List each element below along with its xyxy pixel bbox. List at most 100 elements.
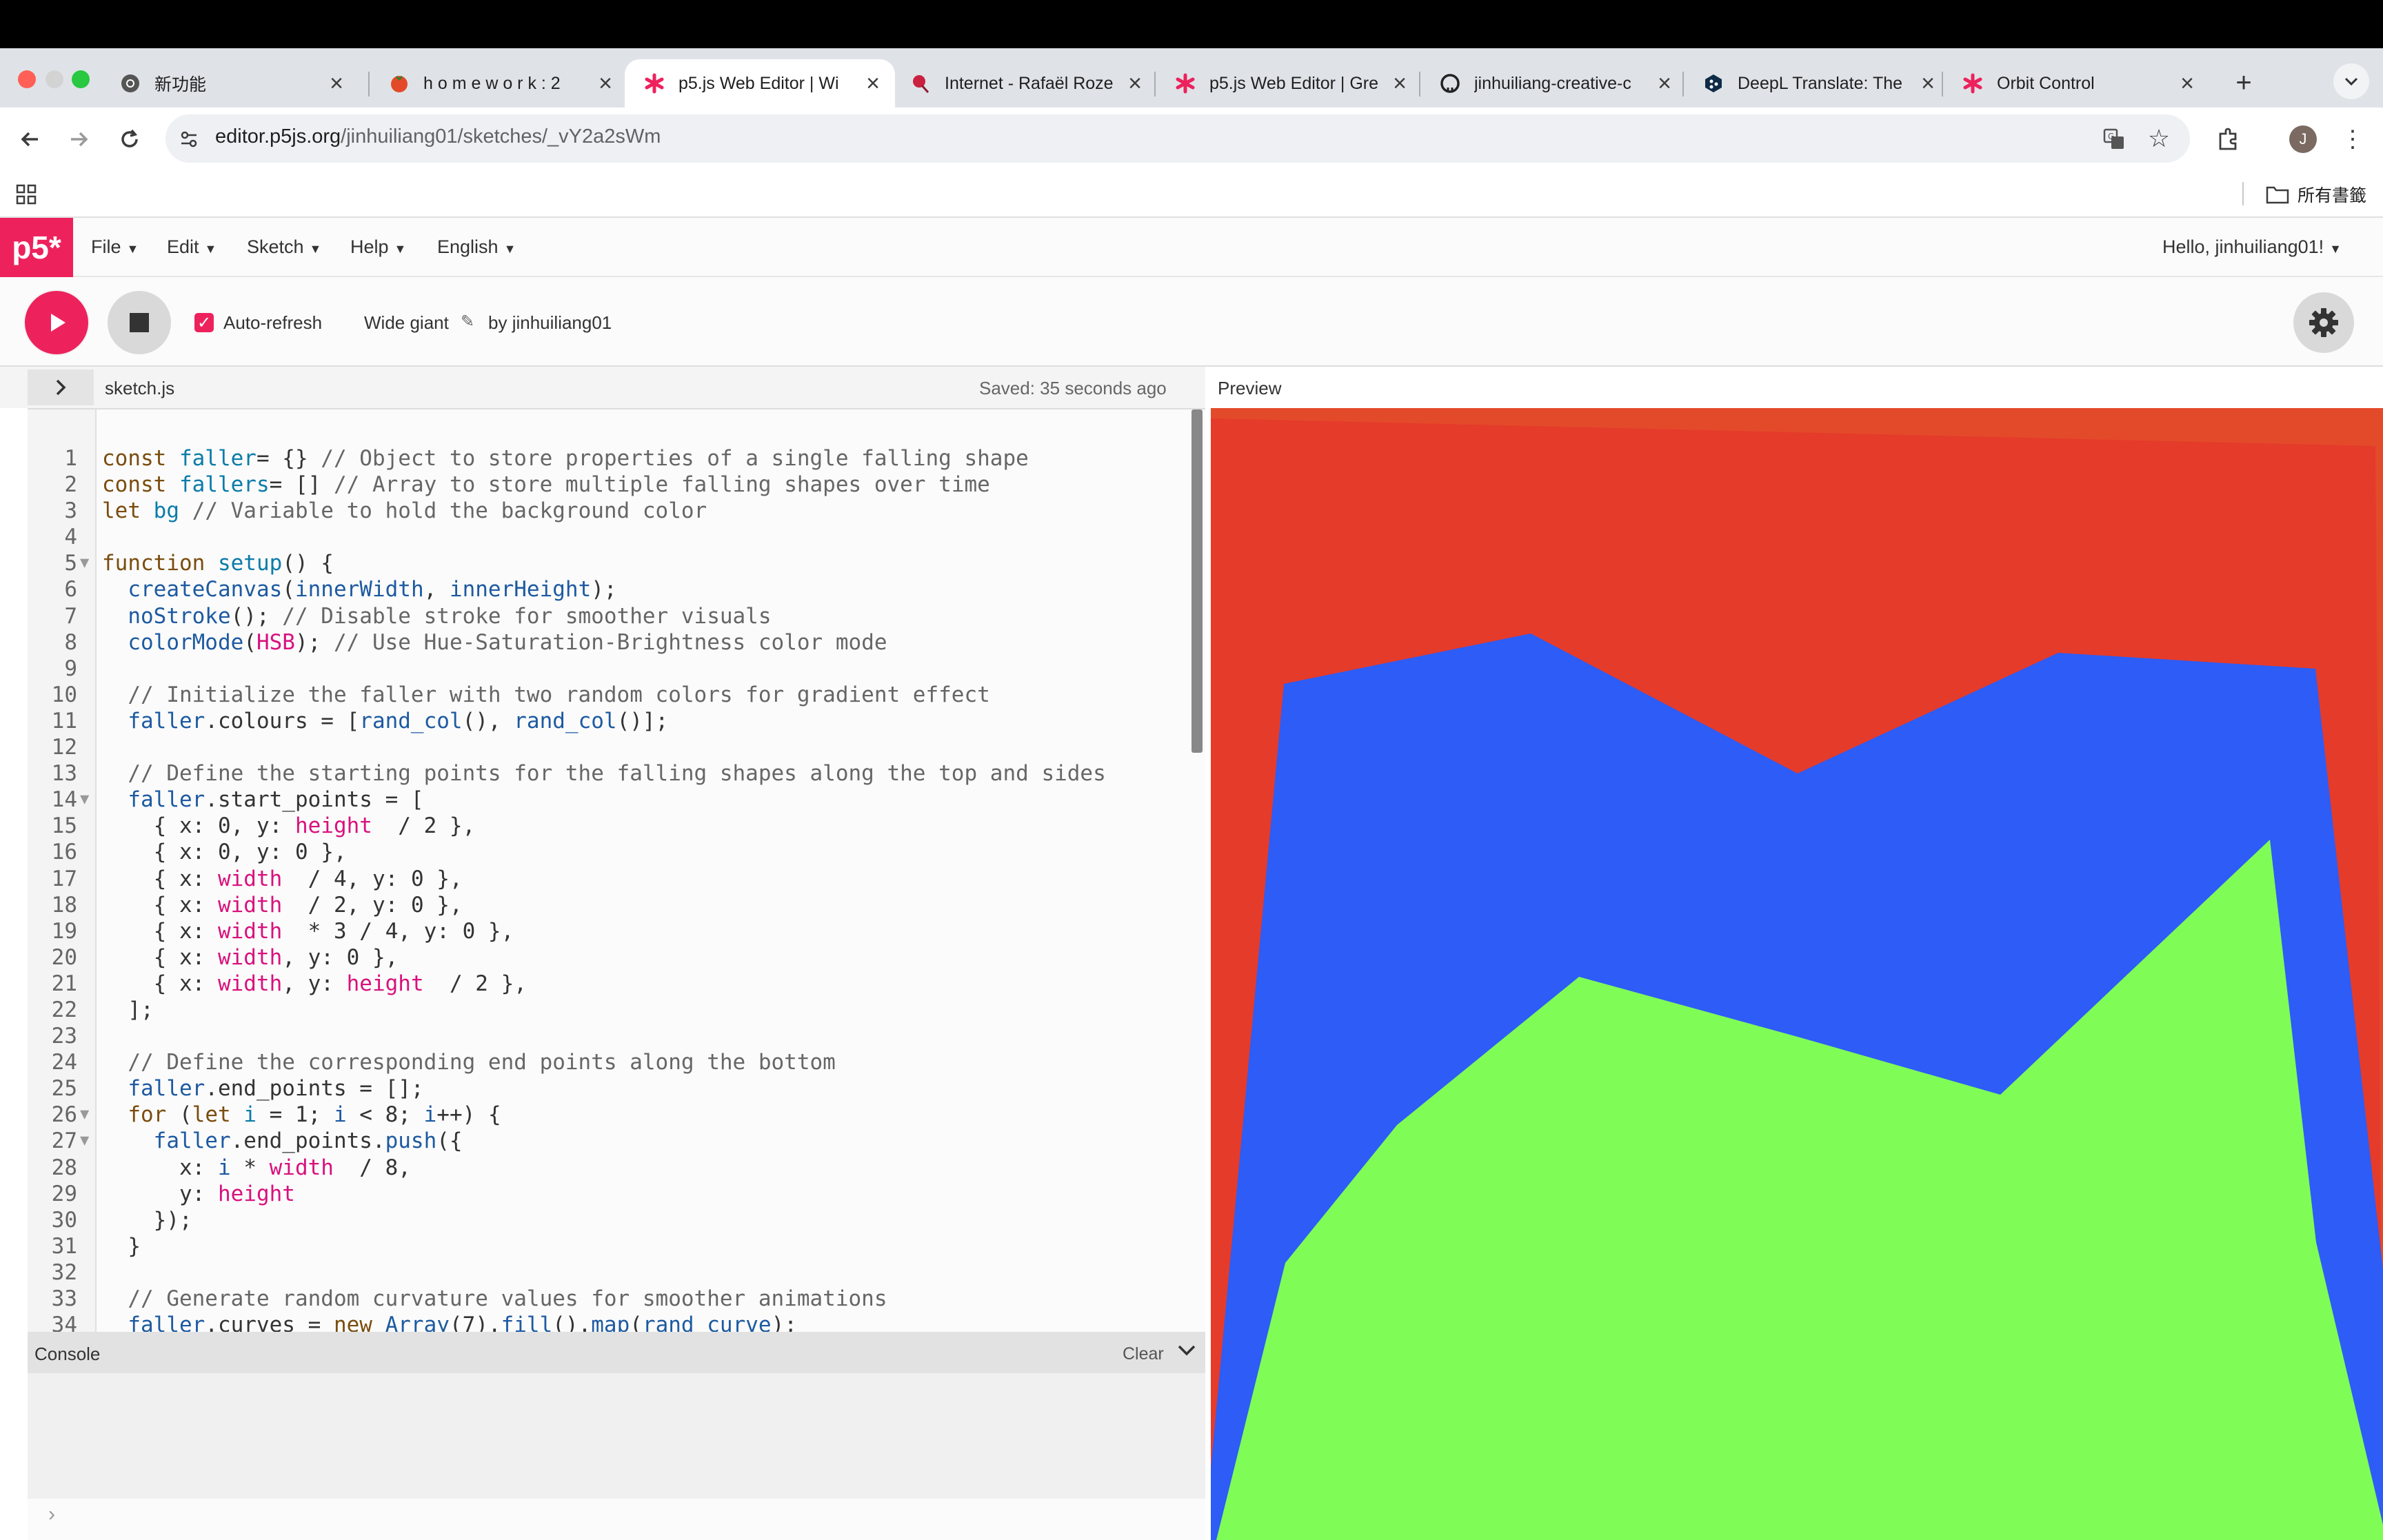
user-greeting: Hello, jinhuiliang01!: [2162, 236, 2324, 257]
code-token: { x:: [102, 971, 218, 996]
code-token: // Object to store properties of a singl…: [321, 446, 1029, 471]
code-token: fill: [501, 1313, 553, 1332]
play-button[interactable]: [25, 291, 88, 354]
code-line: 10 // Initialize the faller with two ran…: [28, 682, 1205, 708]
line-number: 9: [64, 656, 77, 681]
site-info-icon[interactable]: [177, 127, 201, 152]
expand-sidebar-button[interactable]: [28, 369, 94, 405]
line-number: 3: [64, 498, 77, 524]
code-token: .curves =: [205, 1313, 334, 1332]
back-button[interactable]: [14, 123, 47, 156]
code-token: i: [243, 1102, 270, 1128]
code-token: noStroke: [128, 603, 231, 629]
fold-marker-icon[interactable]: ▼: [80, 1102, 89, 1128]
p5-logo[interactable]: p5*: [0, 218, 73, 277]
browser-tab[interactable]: 新功能 ×: [101, 59, 359, 108]
all-bookmarks-button[interactable]: 所有書籤: [2266, 182, 2366, 207]
author-link[interactable]: jinhuiliang01: [512, 312, 612, 333]
close-tab-icon[interactable]: ×: [330, 70, 343, 97]
code-token: / 8,: [333, 1155, 411, 1180]
code-text: { x: width, y: 0 },: [102, 944, 399, 971]
fold-marker-icon[interactable]: ▼: [80, 787, 89, 813]
tab-separator: [1682, 72, 1684, 97]
window-maximize-button[interactable]: [72, 70, 90, 88]
saved-status: Saved: 35 seconds ago: [979, 378, 1167, 398]
translate-icon[interactable]: G: [2100, 125, 2128, 153]
editor-scrollbar[interactable]: [1192, 409, 1203, 753]
menu-sketch[interactable]: Sketch ▼: [247, 236, 321, 258]
menu-help[interactable]: Help ▼: [350, 236, 406, 258]
close-tab-icon[interactable]: ×: [1921, 70, 1935, 97]
extensions-icon[interactable]: [2213, 124, 2244, 154]
code-line: 17 { x: width / 4, y: 0 },: [28, 866, 1205, 892]
code-text: faller.end_points = [];: [102, 1075, 423, 1102]
code-token: width: [217, 971, 283, 996]
code-token: / 2 },: [372, 813, 476, 839]
code-text: faller.colours = [rand_col(), rand_col()…: [102, 708, 668, 734]
sketch-name[interactable]: Wide giant: [364, 312, 449, 334]
auto-refresh-label[interactable]: Auto-refresh: [223, 312, 322, 334]
menu-file[interactable]: File ▼: [91, 236, 139, 258]
close-tab-icon[interactable]: ×: [2180, 70, 2194, 97]
url-text[interactable]: editor.p5js.org/jinhuiliang01/sketches/_…: [215, 125, 661, 148]
by-label: by: [488, 312, 507, 333]
browser-tab[interactable]: p5.js Web Editor | Wi ×: [625, 59, 895, 108]
code-editor[interactable]: 1 const faller= {} // Object to store pro…: [28, 408, 1205, 1332]
profile-avatar[interactable]: J: [2289, 125, 2317, 153]
tab-search-button[interactable]: [2333, 63, 2369, 99]
code-text: let bg // Variable to hold the backgroun…: [102, 498, 707, 524]
browser-tab[interactable]: Orbit Control ×: [1943, 59, 2209, 108]
user-menu[interactable]: Hello, jinhuiliang01! ▼: [2162, 236, 2342, 258]
line-number: 31: [51, 1233, 77, 1259]
pencil-icon[interactable]: ✎: [461, 312, 474, 332]
code-token: y:: [102, 1181, 218, 1206]
code-line: 31 }: [28, 1233, 1205, 1259]
code-token: i: [217, 1155, 244, 1180]
window-close-button[interactable]: [18, 70, 36, 88]
browser-tab[interactable]: p5.js Web Editor | Gre ×: [1156, 59, 1422, 108]
code-token: bg: [153, 498, 192, 524]
console-collapse-button[interactable]: [1176, 1340, 1197, 1366]
close-tab-icon[interactable]: ×: [1393, 70, 1407, 97]
browser-tab[interactable]: jinhuiliang-creative-c ×: [1420, 59, 1687, 108]
code-text: // Generate random curvature values for …: [102, 1286, 887, 1312]
browser-tab[interactable]: h o m e w o r k : 2 ×: [370, 59, 627, 108]
close-tab-icon[interactable]: ×: [1128, 70, 1142, 97]
code-token: height: [217, 1181, 295, 1206]
close-tab-icon[interactable]: ×: [599, 70, 612, 97]
reload-button[interactable]: [113, 123, 146, 156]
settings-button[interactable]: [2293, 292, 2354, 353]
code-token: { x:: [102, 918, 218, 944]
code-token: = 1;: [269, 1102, 334, 1128]
line-number: 12: [51, 735, 77, 760]
bookmark-star-icon[interactable]: ☆: [2144, 124, 2173, 153]
line-number: 34: [51, 1313, 77, 1332]
code-line: 16 { x: 0, y: 0 },: [28, 839, 1205, 865]
code-token: ({: [436, 1128, 463, 1154]
window-minimize-button[interactable]: [46, 70, 63, 88]
preview-canvas[interactable]: [1211, 408, 2383, 1540]
menu-language[interactable]: English ▼: [437, 236, 516, 258]
browser-menu-icon[interactable]: ⋮: [2340, 124, 2365, 154]
console-input[interactable]: [28, 1499, 1205, 1540]
menu-edit[interactable]: Edit ▼: [167, 236, 217, 258]
fold-marker-icon[interactable]: ▼: [80, 1128, 89, 1154]
forward-button[interactable]: [62, 123, 95, 156]
auto-refresh-checkbox[interactable]: ✓: [194, 313, 214, 332]
close-tab-icon[interactable]: ×: [866, 70, 880, 97]
browser-tab[interactable]: DeepL Translate: The ×: [1684, 59, 1950, 108]
browser-tab[interactable]: Internet - Rafaël Roze ×: [891, 59, 1157, 108]
code-token: const: [102, 446, 179, 471]
console-clear-button[interactable]: Clear: [1123, 1344, 1164, 1364]
code-token: / 4, y: 0 },: [282, 866, 463, 891]
code-token: innerHeight: [449, 577, 592, 602]
apps-grid-icon[interactable]: [15, 183, 39, 207]
fold-marker-icon[interactable]: ▼: [80, 550, 89, 576]
tab-title: Orbit Control: [1997, 73, 2095, 93]
new-tab-button[interactable]: +: [2224, 63, 2263, 102]
close-tab-icon[interactable]: ×: [1658, 70, 1671, 97]
tab-separator: [1419, 72, 1420, 97]
stop-button[interactable]: [108, 291, 171, 354]
